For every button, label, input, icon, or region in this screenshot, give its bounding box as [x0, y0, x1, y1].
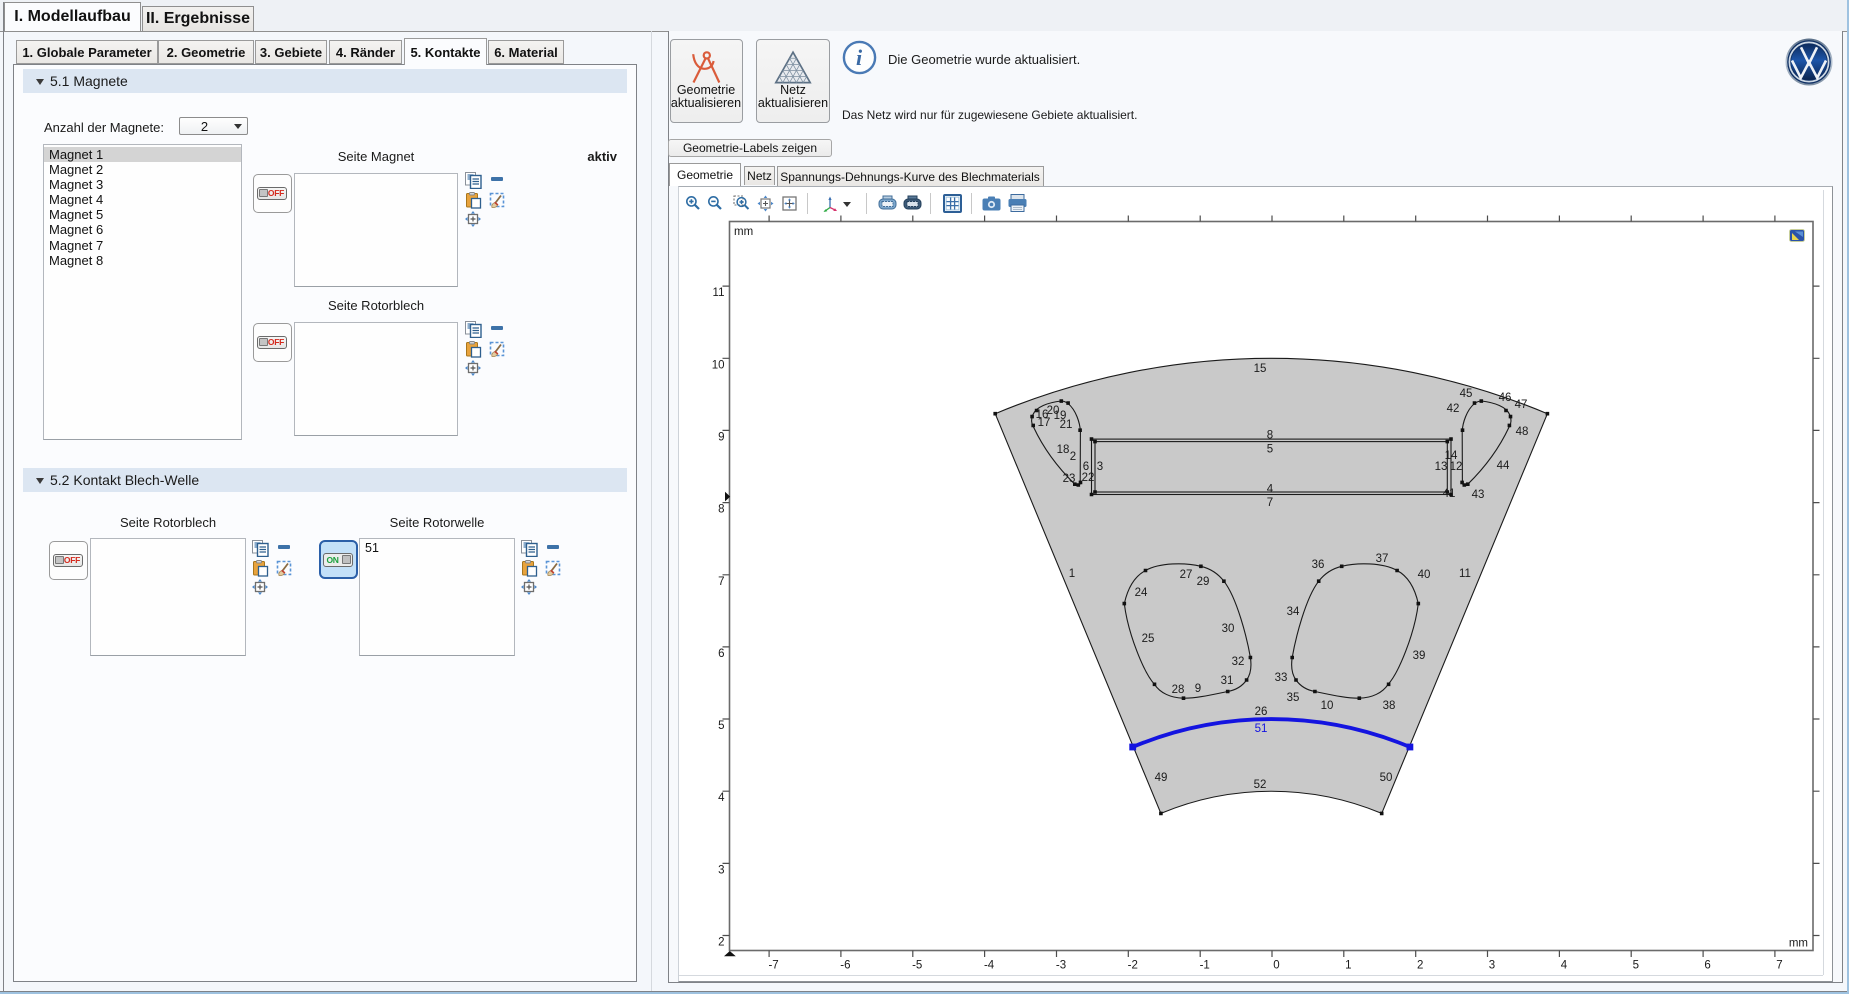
svg-text:-6: -6 — [840, 960, 850, 972]
svg-text:mm: mm — [734, 226, 753, 238]
svg-text:10: 10 — [1321, 700, 1334, 712]
svg-text:5: 5 — [1267, 444, 1273, 456]
svg-text:2: 2 — [718, 937, 724, 949]
svg-text:52: 52 — [1254, 779, 1267, 791]
svg-text:-4: -4 — [984, 960, 995, 972]
svg-text:-2: -2 — [1128, 960, 1138, 972]
svg-text:40: 40 — [1418, 569, 1431, 581]
svg-text:21: 21 — [1060, 419, 1073, 431]
svg-text:39: 39 — [1413, 650, 1426, 662]
svg-text:22: 22 — [1082, 472, 1095, 484]
svg-text:2: 2 — [1417, 960, 1423, 972]
svg-text:36: 36 — [1312, 559, 1325, 571]
svg-text:6: 6 — [1704, 960, 1710, 972]
svg-text:26: 26 — [1255, 706, 1268, 718]
svg-text:32: 32 — [1232, 656, 1245, 668]
svg-text:1: 1 — [1345, 960, 1351, 972]
svg-text:31: 31 — [1221, 675, 1234, 687]
svg-text:44: 44 — [1497, 460, 1510, 472]
svg-text:35: 35 — [1287, 692, 1300, 704]
svg-text:3: 3 — [1097, 461, 1103, 473]
svg-text:47: 47 — [1515, 399, 1528, 411]
svg-text:11: 11 — [713, 287, 725, 299]
svg-text:4: 4 — [1267, 484, 1274, 496]
svg-text:7: 7 — [718, 576, 724, 588]
svg-text:-3: -3 — [1056, 960, 1066, 972]
svg-text:9: 9 — [718, 431, 724, 443]
svg-text:15: 15 — [1254, 363, 1267, 375]
svg-text:10: 10 — [712, 359, 725, 371]
svg-text:17: 17 — [1038, 417, 1051, 429]
svg-text:3: 3 — [1489, 960, 1495, 972]
svg-text:mm: mm — [1789, 938, 1808, 950]
svg-text:25: 25 — [1142, 633, 1155, 645]
svg-text:4: 4 — [1561, 960, 1568, 972]
svg-text:41: 41 — [1443, 488, 1456, 500]
svg-text:50: 50 — [1380, 772, 1393, 784]
svg-text:-1: -1 — [1200, 960, 1210, 972]
svg-text:3: 3 — [718, 864, 724, 876]
svg-text:-7: -7 — [768, 960, 778, 972]
svg-text:45: 45 — [1460, 388, 1473, 400]
svg-text:4: 4 — [718, 792, 725, 804]
svg-text:46: 46 — [1499, 392, 1512, 404]
svg-text:37: 37 — [1376, 553, 1389, 565]
svg-text:29: 29 — [1197, 576, 1210, 588]
svg-text:38: 38 — [1383, 700, 1396, 712]
svg-text:6: 6 — [718, 648, 724, 660]
svg-text:33: 33 — [1275, 672, 1288, 684]
svg-text:18: 18 — [1057, 444, 1070, 456]
svg-text:27: 27 — [1180, 569, 1193, 581]
svg-text:5: 5 — [718, 720, 724, 732]
svg-text:30: 30 — [1222, 623, 1235, 635]
svg-text:8: 8 — [1267, 430, 1273, 442]
svg-text:43: 43 — [1472, 489, 1485, 501]
svg-text:1: 1 — [1069, 568, 1075, 580]
svg-text:2: 2 — [1070, 451, 1076, 463]
svg-text:7: 7 — [1267, 497, 1273, 509]
svg-text:34: 34 — [1287, 606, 1300, 618]
svg-text:0: 0 — [1273, 960, 1279, 972]
svg-text:8: 8 — [718, 504, 724, 516]
svg-text:51: 51 — [1255, 723, 1268, 735]
svg-text:13: 13 — [1435, 461, 1448, 473]
svg-text:7: 7 — [1776, 960, 1782, 972]
svg-text:28: 28 — [1172, 684, 1185, 696]
svg-text:5: 5 — [1633, 960, 1639, 972]
svg-text:23: 23 — [1063, 473, 1076, 485]
svg-text:-5: -5 — [912, 960, 922, 972]
svg-text:9: 9 — [1195, 683, 1201, 695]
svg-text:24: 24 — [1135, 587, 1148, 599]
svg-text:42: 42 — [1447, 403, 1460, 415]
svg-text:11: 11 — [1459, 568, 1471, 580]
svg-text:48: 48 — [1516, 426, 1529, 438]
svg-text:12: 12 — [1450, 461, 1463, 473]
svg-text:49: 49 — [1155, 772, 1168, 784]
